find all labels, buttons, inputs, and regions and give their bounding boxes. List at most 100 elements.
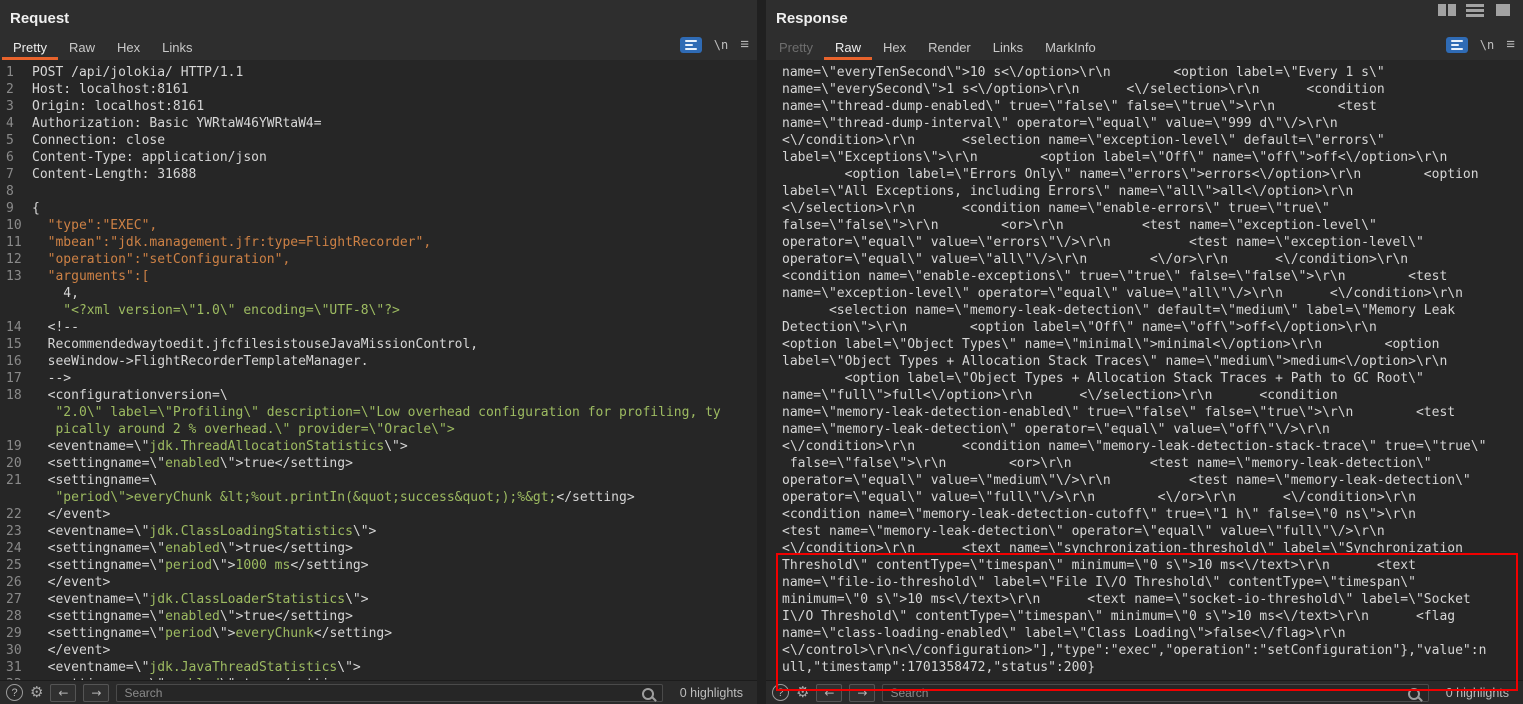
code-line: <\/condition>\r\n <text name=\"synchroni… — [782, 540, 1523, 557]
code-line: 18 <configurationversion=\ — [6, 387, 757, 404]
code-line: <option label=\"Errors Only\" name=\"err… — [782, 166, 1523, 183]
code-line: 1POST /api/jolokia/ HTTP/1.1 — [6, 64, 757, 81]
code-line: 22 </event> — [6, 506, 757, 523]
code-line: operator=\"equal\" value=\"all\"\/>\r\n … — [782, 251, 1523, 268]
settings-gear-icon[interactable]: ⚙ — [796, 685, 809, 700]
code-line: name=\"memory-leak-detection\" operator=… — [782, 421, 1523, 438]
code-line: 2Host: localhost:8161 — [6, 81, 757, 98]
code-line: 30 </event> — [6, 642, 757, 659]
tab-raw[interactable]: Raw — [824, 32, 872, 60]
code-line: Threshold\" contentType=\"timespan\" min… — [782, 557, 1523, 574]
layout-rows-button[interactable] — [1464, 3, 1486, 17]
tab-links[interactable]: Links — [982, 32, 1034, 60]
response-title: Response — [776, 10, 848, 27]
prettify-toggle-icon[interactable] — [1446, 37, 1468, 53]
code-line: 9{ — [6, 200, 757, 217]
help-icon[interactable]: ? — [6, 684, 23, 701]
code-line: 29 <settingname=\"period\">everyChunk</s… — [6, 625, 757, 642]
tab-markinfo[interactable]: MarkInfo — [1034, 32, 1107, 60]
newline-toggle-icon[interactable]: \n — [714, 38, 728, 52]
code-line: minimum=\"0 s\">10 ms<\/text>\r\n <text … — [782, 591, 1523, 608]
highlights-count: 0 highlights — [1446, 686, 1509, 700]
code-line: name=\"thread-dump-enabled\" true=\"fals… — [782, 98, 1523, 115]
search-field-wrap — [882, 684, 1428, 702]
code-line: label=\"Object Types + Allocation Stack … — [782, 353, 1523, 370]
code-line: 19 <eventname=\"jdk.ThreadAllocationStat… — [6, 438, 757, 455]
code-line: I\/O Threshold\" contentType=\"timespan\… — [782, 608, 1523, 625]
code-line: 4Authorization: Basic YWRtaW46YWRtaW4= — [6, 115, 757, 132]
code-line: "period\">everyChunk &lt;%out.printIn(&q… — [6, 489, 757, 506]
response-search-bar: ? ⚙ ← → 0 highlights — [766, 680, 1523, 704]
code-line: 24 <settingname=\"enabled\">true</settin… — [6, 540, 757, 557]
code-line: 15 Recommendedwaytoedit.jfcfilesistouseJ… — [6, 336, 757, 353]
response-editor-tools: \n ≡ — [1446, 32, 1515, 60]
newline-toggle-icon[interactable]: \n — [1480, 38, 1494, 52]
response-title-row: Response — [766, 0, 1523, 32]
code-line: name=\"memory-leak-detection-enabled\" t… — [782, 404, 1523, 421]
code-line: 23 <eventname=\"jdk.ClassLoadingStatisti… — [6, 523, 757, 540]
code-line: operator=\"equal\" value=\"errors\"\/>\r… — [782, 234, 1523, 251]
request-search-bar: ? ⚙ ← → 0 highlights — [0, 680, 757, 704]
prettify-toggle-icon[interactable] — [680, 37, 702, 53]
response-editor[interactable]: name=\"everyTenSecond\">10 s<\/option>\r… — [766, 60, 1523, 680]
tab-hex[interactable]: Hex — [872, 32, 917, 60]
code-line: 31 <eventname=\"jdk.JavaThreadStatistics… — [6, 659, 757, 676]
next-match-button[interactable]: → — [849, 684, 875, 702]
code-line: <\/selection>\r\n <condition name=\"enab… — [782, 200, 1523, 217]
code-line: <condition name=\"enable-exceptions\" tr… — [782, 268, 1523, 285]
tab-links[interactable]: Links — [151, 32, 203, 60]
code-line: name=\"file-io-threshold\" label=\"File … — [782, 574, 1523, 591]
code-line: <\/control>\r\n<\/configuration>"],"type… — [782, 642, 1523, 659]
panel-divider[interactable] — [757, 0, 766, 704]
code-line: <\/condition>\r\n <selection name=\"exce… — [782, 132, 1523, 149]
code-line: name=\"class-loading-enabled\" label=\"C… — [782, 625, 1523, 642]
code-line: <test name=\"memory-leak-detection\" ope… — [782, 523, 1523, 540]
layout-columns-button[interactable] — [1436, 3, 1458, 17]
tab-raw[interactable]: Raw — [58, 32, 106, 60]
code-line: "<?xml version=\"1.0\" encoding=\"UTF-8\… — [6, 302, 757, 319]
next-match-button[interactable]: → — [83, 684, 109, 702]
code-line: 28 <settingname=\"enabled\">true</settin… — [6, 608, 757, 625]
response-panel: Response PrettyRawHexRenderLinksMarkInfo… — [766, 0, 1523, 704]
code-line: false=\"false\">\r\n <or>\r\n <test name… — [782, 217, 1523, 234]
magnifier-icon[interactable] — [1408, 688, 1420, 700]
tab-render[interactable]: Render — [917, 32, 982, 60]
layout-single-button[interactable] — [1492, 3, 1514, 17]
code-line: <\/condition>\r\n <condition name=\"memo… — [782, 438, 1523, 455]
code-line: operator=\"equal\" value=\"full\"\/>\r\n… — [782, 489, 1523, 506]
code-line: 5Connection: close — [6, 132, 757, 149]
request-editor[interactable]: 1POST /api/jolokia/ HTTP/1.12Host: local… — [0, 60, 757, 680]
code-line: 13 "arguments":[ — [6, 268, 757, 285]
code-line: "2.0\" label=\"Profiling\" description=\… — [6, 404, 757, 421]
tab-pretty[interactable]: Pretty — [2, 32, 58, 60]
request-editor-tools: \n ≡ — [680, 32, 749, 60]
code-line: 25 <settingname=\"period\">1000 ms</sett… — [6, 557, 757, 574]
code-line: name=\"thread-dump-interval\" operator=\… — [782, 115, 1523, 132]
response-tabbar: PrettyRawHexRenderLinksMarkInfo \n ≡ — [766, 32, 1523, 60]
request-title: Request — [10, 10, 69, 27]
settings-gear-icon[interactable]: ⚙ — [30, 685, 43, 700]
code-line: name=\"exception-level\" operator=\"equa… — [782, 285, 1523, 302]
prev-match-button[interactable]: ← — [816, 684, 842, 702]
code-line: 6Content-Type: application/json — [6, 149, 757, 166]
help-icon[interactable]: ? — [772, 684, 789, 701]
request-title-row: Request — [0, 0, 757, 32]
code-line: <condition name=\"memory-leak-detection-… — [782, 506, 1523, 523]
prev-match-button[interactable]: ← — [50, 684, 76, 702]
code-line: 7Content-Length: 31688 — [6, 166, 757, 183]
magnifier-icon[interactable] — [642, 688, 654, 700]
search-input[interactable] — [882, 684, 1428, 702]
search-input[interactable] — [116, 684, 662, 702]
tab-pretty: Pretty — [768, 32, 824, 60]
request-tabbar: PrettyRawHexLinks \n ≡ — [0, 32, 757, 60]
code-line: 16 seeWindow->FlightRecorderTemplateMana… — [6, 353, 757, 370]
code-line: operator=\"equal\" value=\"medium\"\/>\r… — [782, 472, 1523, 489]
request-panel: Request PrettyRawHexLinks \n ≡ 1POST /ap… — [0, 0, 757, 704]
code-line: 14 <!-- — [6, 319, 757, 336]
code-line: name=\"full\">full<\/option>\r\n <\/sele… — [782, 387, 1523, 404]
editor-menu-icon[interactable]: ≡ — [740, 37, 749, 52]
tab-hex[interactable]: Hex — [106, 32, 151, 60]
editor-menu-icon[interactable]: ≡ — [1506, 37, 1515, 52]
code-line: ull,"timestamp":1701358472,"status":200} — [782, 659, 1523, 676]
code-line: 10 "type":"EXEC", — [6, 217, 757, 234]
